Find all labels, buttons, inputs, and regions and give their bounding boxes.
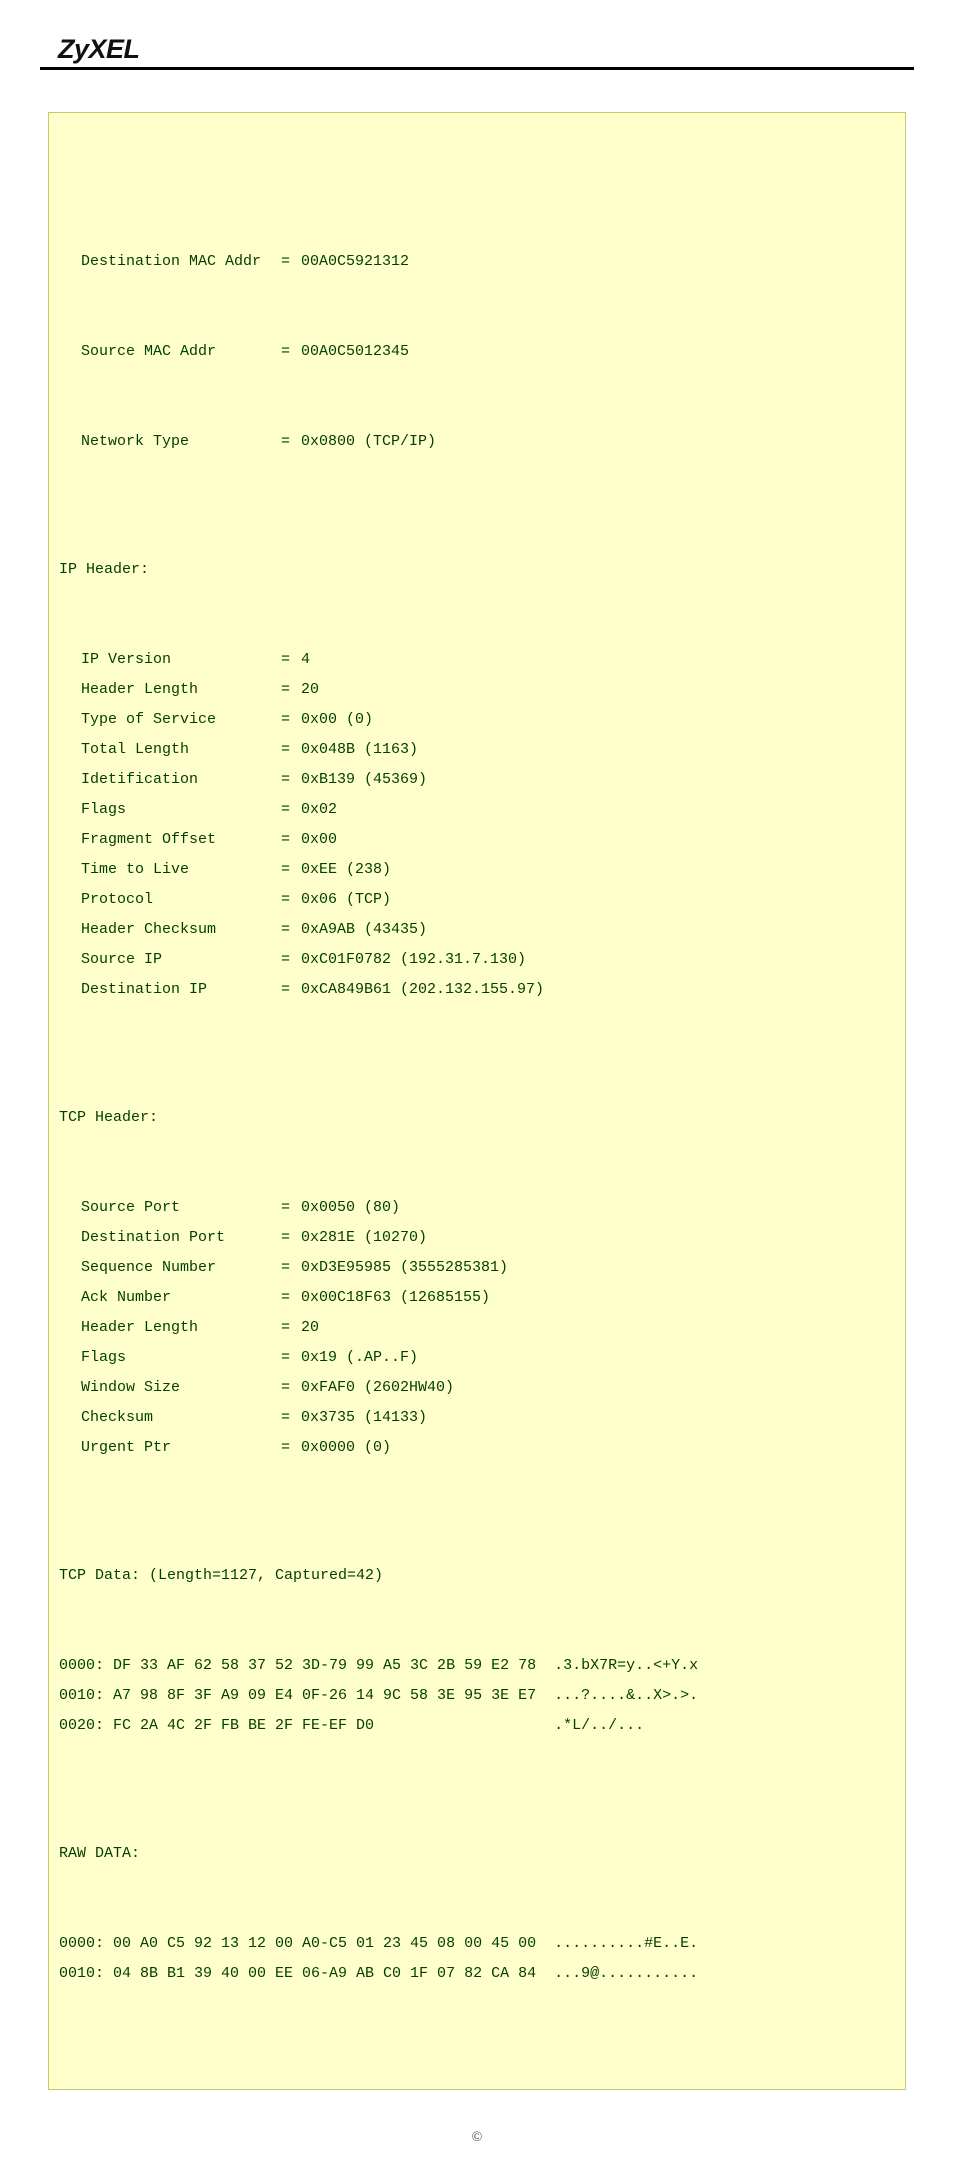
ip-row-6-label: Fragment Offset <box>81 825 281 855</box>
tcp-row-4-value: 20 <box>301 1313 319 1343</box>
ip-row-0: IP Version= 4 <box>59 645 895 675</box>
ip-row-0-label: IP Version <box>81 645 281 675</box>
ip-row-10: Source IP= 0xC01F0782 (192.31.7.130) <box>59 945 895 975</box>
ip-row-6: Fragment Offset= 0x00 <box>59 825 895 855</box>
ip-row-7-value: 0xEE (238) <box>301 855 391 885</box>
tcp-row-1-label: Destination Port <box>81 1223 281 1253</box>
ip-row-2-label: Type of Service <box>81 705 281 735</box>
mac-dest-label: Destination MAC Addr <box>81 247 281 277</box>
tcp-row-3-label: Ack Number <box>81 1283 281 1313</box>
tcp-row-5-label: Flags <box>81 1343 281 1373</box>
tcp-row-8: Urgent Ptr= 0x0000 (0) <box>59 1433 895 1463</box>
mac-net-row: Network Type= 0x0800 (TCP/IP) <box>59 427 895 457</box>
ip-row-9-value: 0xA9AB (43435) <box>301 915 427 945</box>
tcp-data-line-0: 0000: DF 33 AF 62 58 37 52 3D-79 99 A5 3… <box>59 1651 895 1681</box>
ip-row-5-label: Flags <box>81 795 281 825</box>
mac-src-row: Source MAC Addr= 00A0C5012345 <box>59 337 895 367</box>
ip-row-10-label: Source IP <box>81 945 281 975</box>
ip-row-10-value: 0xC01F0782 (192.31.7.130) <box>301 945 526 975</box>
ip-row-1-label: Header Length <box>81 675 281 705</box>
ip-header-title: IP Header: <box>59 555 895 585</box>
ip-row-3-label: Total Length <box>81 735 281 765</box>
ip-row-1-value: 20 <box>301 675 319 705</box>
ip-row-7: Time to Live= 0xEE (238) <box>59 855 895 885</box>
tcp-row-5-value: 0x19 (.AP..F) <box>301 1343 418 1373</box>
mac-src-value: 00A0C5012345 <box>301 337 409 367</box>
tcp-row-2: Sequence Number= 0xD3E95985 (3555285381) <box>59 1253 895 1283</box>
mac-dest-value: 00A0C5921312 <box>301 247 409 277</box>
ip-row-4-label: Idetification <box>81 765 281 795</box>
ip-row-1: Header Length= 20 <box>59 675 895 705</box>
raw-data-title: RAW DATA: <box>59 1839 895 1869</box>
ip-row-7-label: Time to Live <box>81 855 281 885</box>
ip-row-4: Idetification= 0xB139 (45369) <box>59 765 895 795</box>
tcp-row-1-value: 0x281E (10270) <box>301 1223 427 1253</box>
tcp-row-8-value: 0x0000 (0) <box>301 1433 391 1463</box>
brand-logo-text: ZyXEL <box>40 34 914 65</box>
tcp-row-4-label: Header Length <box>81 1313 281 1343</box>
tcp-data-line-1: 0010: A7 98 8F 3F A9 09 E4 0F-26 14 9C 5… <box>59 1681 895 1711</box>
tcp-row-4: Header Length= 20 <box>59 1313 895 1343</box>
header-rule <box>40 67 914 70</box>
mac-src-label: Source MAC Addr <box>81 337 281 367</box>
ip-row-0-value: 4 <box>301 645 310 675</box>
tcp-row-6: Window Size= 0xFAF0 (2602HW40) <box>59 1373 895 1403</box>
raw-data-line-0: 0000: 00 A0 C5 92 13 12 00 A0-C5 01 23 4… <box>59 1929 895 1959</box>
ip-row-11-value: 0xCA849B61 (202.132.155.97) <box>301 975 544 1005</box>
ip-row-3-value: 0x048B (1163) <box>301 735 418 765</box>
raw-data-line-1: 0010: 04 8B B1 39 40 00 EE 06-A9 AB C0 1… <box>59 1959 895 1989</box>
tcp-data-title: TCP Data: (Length=1127, Captured=42) <box>59 1561 895 1591</box>
tcp-row-7-value: 0x3735 (14133) <box>301 1403 427 1433</box>
packet-dump-box: Destination MAC Addr= 00A0C5921312 Sourc… <box>48 112 906 2090</box>
ip-row-5: Flags= 0x02 <box>59 795 895 825</box>
ip-row-11-label: Destination IP <box>81 975 281 1005</box>
ip-row-11: Destination IP= 0xCA849B61 (202.132.155.… <box>59 975 895 1005</box>
ip-row-2: Type of Service= 0x00 (0) <box>59 705 895 735</box>
tcp-row-1: Destination Port= 0x281E (10270) <box>59 1223 895 1253</box>
tcp-header-title: TCP Header: <box>59 1103 895 1133</box>
tcp-row-3-value: 0x00C18F63 (12685155) <box>301 1283 490 1313</box>
ip-row-9: Header Checksum= 0xA9AB (43435) <box>59 915 895 945</box>
ip-row-5-value: 0x02 <box>301 795 337 825</box>
tcp-data-line-2: 0020: FC 2A 4C 2F FB BE 2F FE-EF D0 .*L/… <box>59 1711 895 1741</box>
ip-row-4-value: 0xB139 (45369) <box>301 765 427 795</box>
ip-row-3: Total Length= 0x048B (1163) <box>59 735 895 765</box>
tcp-row-6-value: 0xFAF0 (2602HW40) <box>301 1373 454 1403</box>
tcp-row-2-label: Sequence Number <box>81 1253 281 1283</box>
tcp-row-6-label: Window Size <box>81 1373 281 1403</box>
tcp-row-7-label: Checksum <box>81 1403 281 1433</box>
ip-row-8: Protocol= 0x06 (TCP) <box>59 885 895 915</box>
ip-row-2-value: 0x00 (0) <box>301 705 373 735</box>
ip-row-6-value: 0x00 <box>301 825 337 855</box>
tcp-row-2-value: 0xD3E95985 (3555285381) <box>301 1253 508 1283</box>
ip-row-8-label: Protocol <box>81 885 281 915</box>
tcp-row-7: Checksum= 0x3735 (14133) <box>59 1403 895 1433</box>
tcp-row-5: Flags= 0x19 (.AP..F) <box>59 1343 895 1373</box>
ip-row-9-label: Header Checksum <box>81 915 281 945</box>
tcp-row-0-value: 0x0050 (80) <box>301 1193 400 1223</box>
mac-net-value: 0x0800 (TCP/IP) <box>301 427 436 457</box>
tcp-row-3: Ack Number= 0x00C18F63 (12685155) <box>59 1283 895 1313</box>
tcp-row-8-label: Urgent Ptr <box>81 1433 281 1463</box>
ip-row-8-value: 0x06 (TCP) <box>301 885 391 915</box>
tcp-row-0-label: Source Port <box>81 1193 281 1223</box>
tcp-row-0: Source Port= 0x0050 (80) <box>59 1193 895 1223</box>
page-footer: © <box>40 2130 914 2146</box>
mac-net-label: Network Type <box>81 427 281 457</box>
mac-dest-row: Destination MAC Addr= 00A0C5921312 <box>59 247 895 277</box>
